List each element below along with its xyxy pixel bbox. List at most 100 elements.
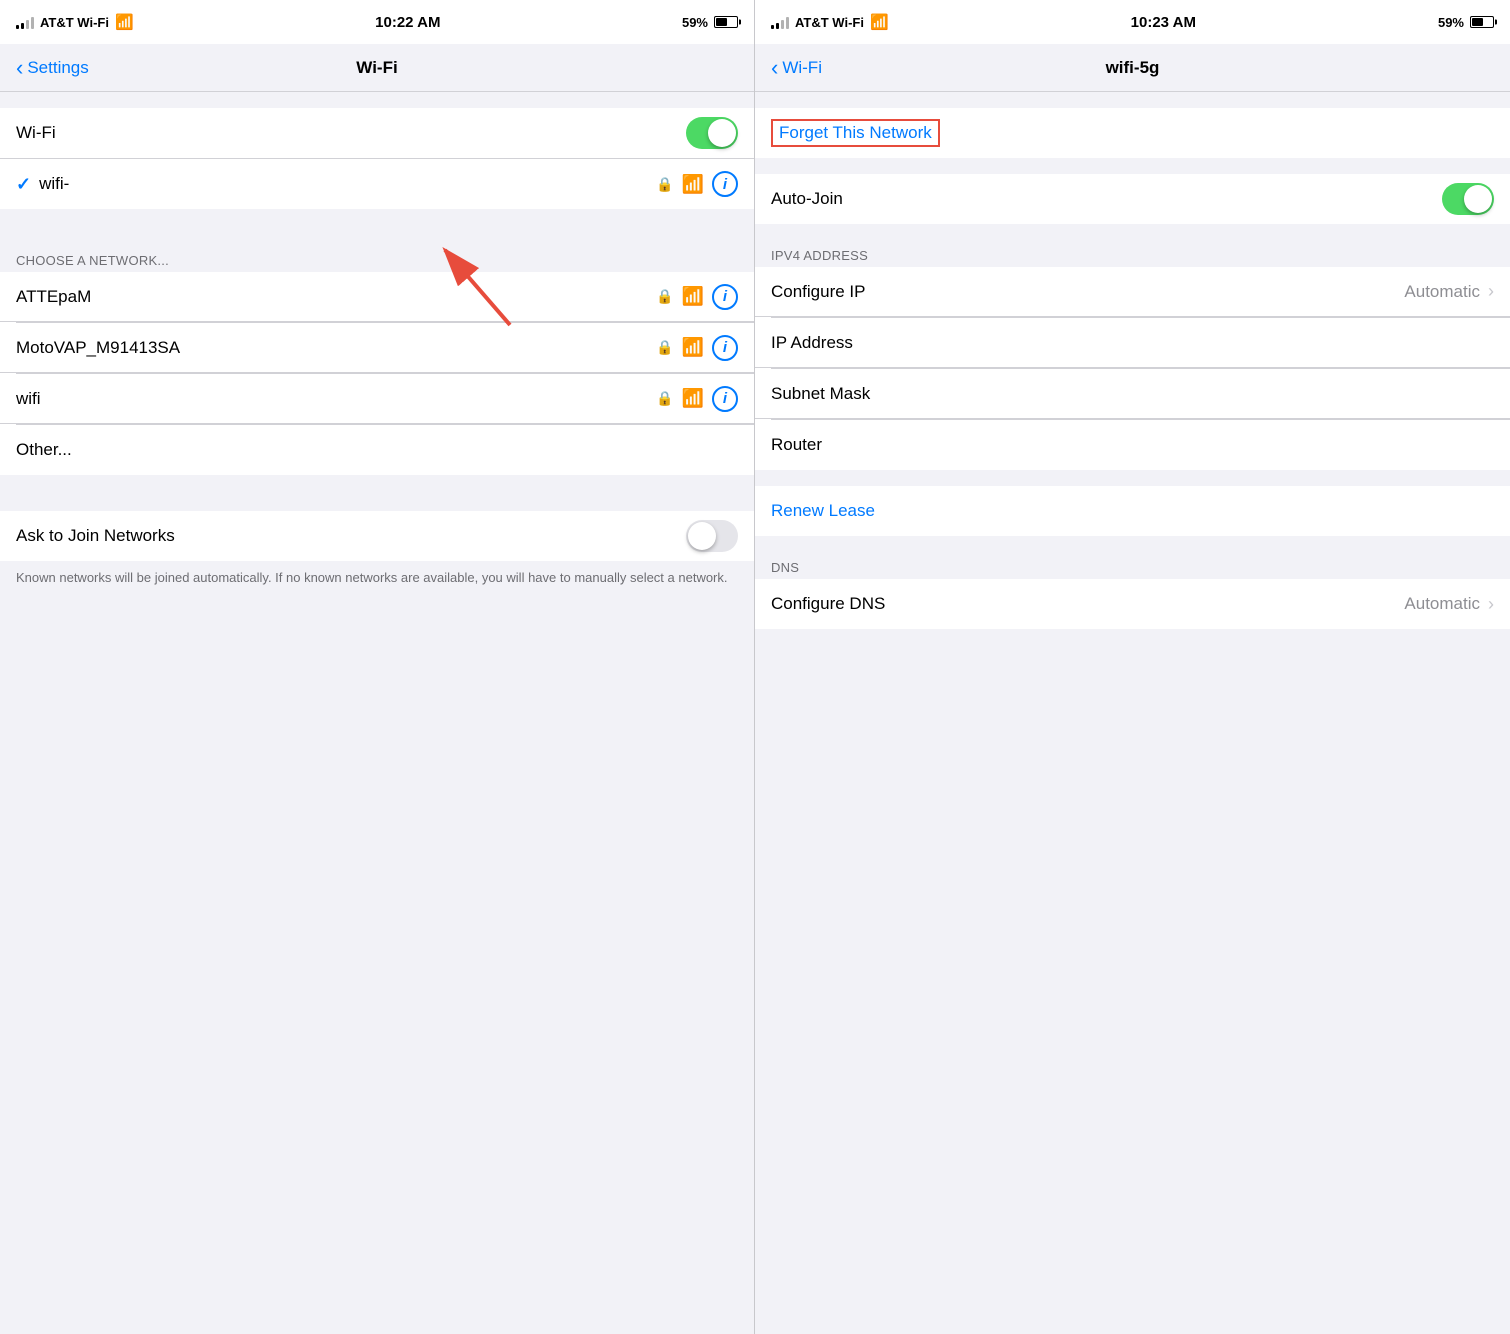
network-row-actions: 🔒 📶 i (656, 386, 738, 412)
sep2 (755, 470, 1510, 486)
back-button[interactable]: ‹ Wi-Fi (771, 57, 822, 79)
ip-address-row: IP Address (755, 318, 1510, 368)
ask-join-group: Ask to Join Networks (0, 511, 754, 561)
auto-join-row: Auto-Join (755, 174, 1510, 224)
wifi-label: Wi-Fi (16, 123, 686, 143)
battery-icon (1470, 16, 1494, 28)
chevron-left-icon: ‹ (16, 57, 23, 79)
configure-dns-row[interactable]: Configure DNS Automatic › (755, 579, 1510, 629)
footer-note: Known networks will be joined automatica… (0, 561, 754, 595)
wifi-icon: 📶 (682, 388, 704, 409)
list-item-other[interactable]: Other... (0, 425, 754, 475)
nav-title: Wi-Fi (356, 58, 397, 78)
forget-network-row[interactable]: Forget This Network (755, 108, 1510, 158)
info-icon: i (723, 390, 727, 407)
sep-after-forget (755, 158, 1510, 174)
ipv4-group: Configure IP Automatic › IP Address Subn… (755, 267, 1510, 470)
configure-ip-label: Configure IP (771, 282, 1404, 302)
carrier-label: AT&T Wi-Fi (795, 15, 864, 30)
status-bar-left: AT&T Wi-Fi 📶 10:22 AM 59% (0, 0, 754, 44)
configure-ip-row[interactable]: Configure IP Automatic › (755, 267, 1510, 317)
sep3 (755, 536, 1510, 552)
ask-join-row: Ask to Join Networks (0, 511, 754, 561)
forget-network-group: Forget This Network (755, 108, 1510, 158)
connected-network-group: ✓ wifi- 🔒 📶 i (0, 159, 754, 209)
dns-header: DNS (755, 552, 1510, 579)
right-panel: AT&T Wi-Fi 📶 10:23 AM 59% ‹ Wi-Fi wifi-5… (755, 0, 1510, 1334)
list-item[interactable]: wifi 🔒 📶 i (0, 374, 754, 424)
lock-icon: 🔒 (656, 390, 673, 407)
renew-lease-row[interactable]: Renew Lease (755, 486, 1510, 536)
network-name: MotoVAP_M91413SA (16, 338, 656, 358)
signal-icon (16, 15, 34, 29)
ask-join-toggle[interactable] (686, 520, 738, 552)
chevron-right-icon: › (1488, 594, 1494, 615)
ipv4-header: IPV4 ADDRESS (755, 240, 1510, 267)
dns-group: Configure DNS Automatic › (755, 579, 1510, 629)
list-item[interactable]: ATTEpaM 🔒 📶 i (0, 272, 754, 322)
section-sep1 (0, 209, 754, 245)
subnet-mask-row: Subnet Mask (755, 369, 1510, 419)
network-name: ATTEpaM (16, 287, 656, 307)
lock-icon: 🔒 (656, 339, 673, 356)
wifi-icon: 📶 (682, 286, 704, 307)
wifi-toggle[interactable] (686, 117, 738, 149)
renew-lease-group: Renew Lease (755, 486, 1510, 536)
renew-lease-button[interactable]: Renew Lease (771, 501, 875, 521)
connected-network-name: wifi- (39, 174, 656, 194)
forget-network-button[interactable]: Forget This Network (771, 119, 940, 147)
choose-network-header: CHOOSE A NETWORK... (0, 245, 754, 272)
configure-dns-value: Automatic (1404, 594, 1480, 614)
chevron-left-icon: ‹ (771, 57, 778, 79)
wifi-toggle-row: Wi-Fi (0, 108, 754, 158)
lock-icon: 🔒 (656, 176, 673, 193)
chevron-right-icon: › (1488, 281, 1494, 302)
sep1 (755, 224, 1510, 240)
battery-icon (714, 16, 738, 28)
back-label: Settings (27, 58, 88, 78)
network-row-actions: 🔒 📶 i (656, 335, 738, 361)
back-button[interactable]: ‹ Settings (16, 57, 89, 79)
sep4 (755, 629, 1510, 645)
router-row: Router (755, 420, 1510, 470)
carrier-label: AT&T Wi-Fi (40, 15, 109, 30)
wifi-status-icon: 📶 (870, 13, 889, 31)
wifi-toggle-group: Wi-Fi (0, 108, 754, 158)
back-label: Wi-Fi (782, 58, 822, 78)
connected-network-row[interactable]: ✓ wifi- 🔒 📶 i (0, 159, 754, 209)
top-sep (0, 92, 754, 108)
wifi-status-icon: 📶 (115, 13, 134, 31)
signal-icon (771, 15, 789, 29)
network-name: wifi (16, 389, 656, 409)
status-bar-right: AT&T Wi-Fi 📶 10:23 AM 59% (755, 0, 1510, 44)
network-list: ATTEpaM 🔒 📶 i MotoVAP_M91413SA 🔒 📶 i wif… (0, 272, 754, 475)
configure-ip-value: Automatic (1404, 282, 1480, 302)
toggle-knob (688, 522, 716, 550)
configure-dns-label: Configure DNS (771, 594, 1404, 614)
time-label: 10:22 AM (375, 14, 440, 31)
lock-icon: 🔒 (656, 288, 673, 305)
info-icon: i (723, 339, 727, 356)
status-left: AT&T Wi-Fi 📶 (771, 13, 889, 31)
info-icon: i (723, 176, 727, 193)
info-button[interactable]: i (712, 386, 738, 412)
router-label: Router (771, 435, 1494, 455)
info-button[interactable]: i (712, 171, 738, 197)
battery-pct: 59% (682, 15, 708, 30)
auto-join-toggle[interactable] (1442, 183, 1494, 215)
battery-pct: 59% (1438, 15, 1464, 30)
ask-join-label: Ask to Join Networks (16, 526, 686, 546)
list-item[interactable]: MotoVAP_M91413SA 🔒 📶 i (0, 323, 754, 373)
toggle-knob (708, 119, 736, 147)
nav-bar-left: ‹ Settings Wi-Fi (0, 44, 754, 92)
nav-bar-right: ‹ Wi-Fi wifi-5g (755, 44, 1510, 92)
auto-join-group: Auto-Join (755, 174, 1510, 224)
auto-join-label: Auto-Join (771, 189, 1442, 209)
ip-address-label: IP Address (771, 333, 1494, 353)
network-row-actions: 🔒 📶 i (656, 284, 738, 310)
info-button[interactable]: i (712, 284, 738, 310)
section-sep2 (0, 475, 754, 511)
info-icon: i (723, 288, 727, 305)
time-label: 10:23 AM (1131, 14, 1196, 31)
info-button[interactable]: i (712, 335, 738, 361)
